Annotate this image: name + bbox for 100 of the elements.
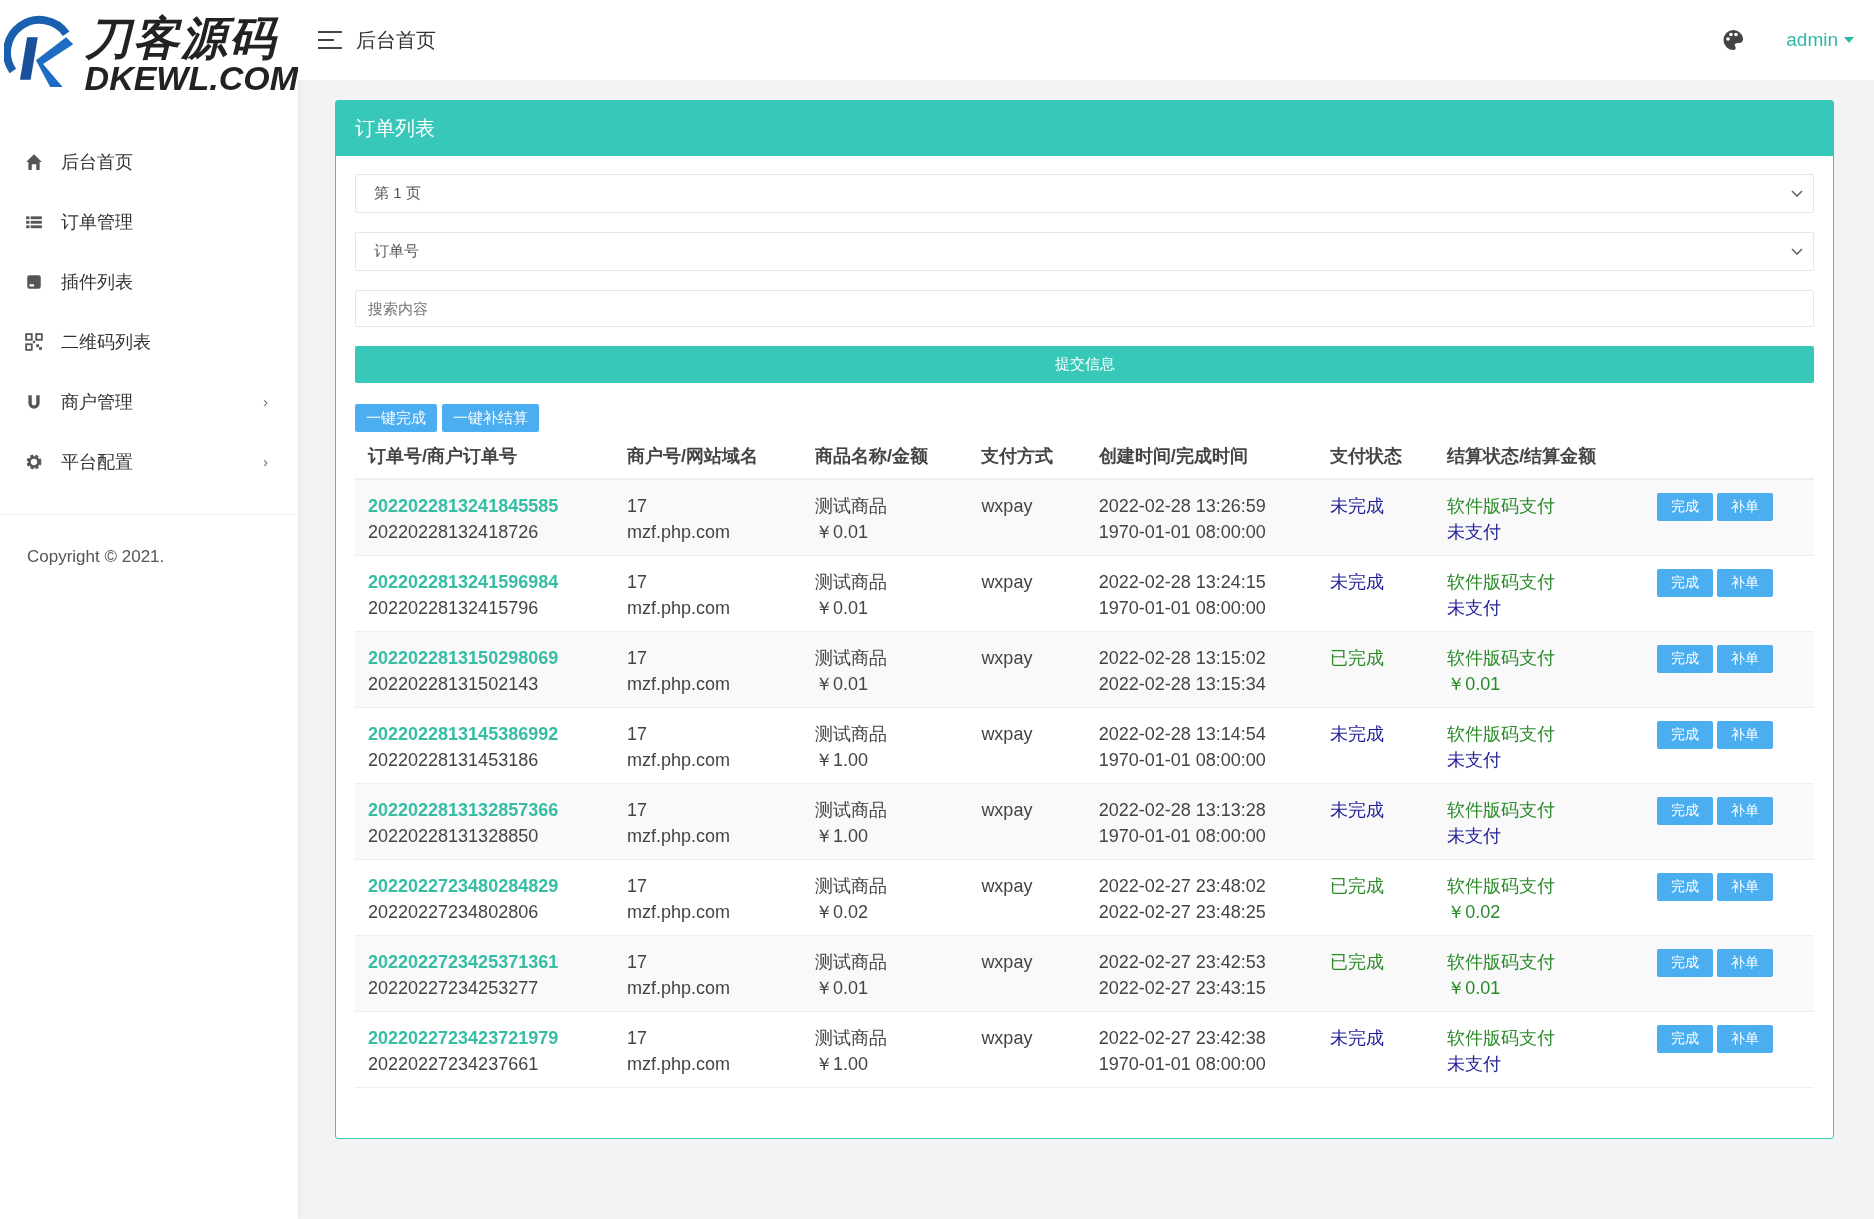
- amount-text: ￥0.01: [814, 673, 869, 696]
- settlement-amount: 未支付: [1447, 521, 1503, 544]
- order-link[interactable]: 2022022813241845585: [368, 493, 601, 519]
- product-name: 测试商品: [814, 495, 888, 518]
- chevron-down-icon: [1791, 189, 1803, 198]
- domain-text: mzf.php.com: [626, 977, 731, 1000]
- product-name: 测试商品: [814, 875, 888, 898]
- payment-method: wxpay: [981, 571, 1034, 594]
- order-link[interactable]: 2022022723423721979: [368, 1025, 601, 1051]
- created-time: 2022-02-27 23:42:53: [1098, 951, 1267, 974]
- sidebar-item[interactable]: 后台首页: [0, 132, 298, 192]
- merchant-id: 17: [626, 495, 648, 518]
- settlement-method: 软件版码支付: [1447, 1027, 1557, 1050]
- row-action-button[interactable]: 完成: [1656, 797, 1713, 825]
- merchant-id: 17: [626, 571, 648, 594]
- box-icon: [25, 273, 43, 291]
- page-select[interactable]: 第 1 页: [355, 174, 1814, 213]
- completed-time: 1970-01-01 08:00:00: [1098, 749, 1267, 772]
- payment-status: 已完成: [1330, 951, 1385, 974]
- merchant-order-number: 20220227234802806: [368, 901, 540, 924]
- palette-icon[interactable]: [1722, 29, 1745, 51]
- payment-status: 未完成: [1330, 799, 1385, 822]
- qr-code-icon: [25, 333, 43, 351]
- chevron-icon: ›: [263, 454, 268, 470]
- row-action-button[interactable]: 补单: [1716, 797, 1773, 825]
- created-time: 2022-02-27 23:48:02: [1098, 875, 1267, 898]
- sidebar-item[interactable]: 平台配置 ›: [0, 432, 298, 492]
- merchant-order-number: 20220228131502143: [368, 673, 540, 696]
- user-menu[interactable]: admin: [1786, 29, 1854, 51]
- field-select[interactable]: 订单号: [355, 232, 1814, 271]
- bulk-action-button[interactable]: 一键补结算: [442, 404, 539, 432]
- settlement-method: 软件版码支付: [1447, 951, 1557, 974]
- order-link[interactable]: 2022022723425371361: [368, 949, 601, 975]
- menu-icon[interactable]: [318, 30, 342, 50]
- merchant-order-number: 20220227234253277: [368, 977, 540, 1000]
- created-time: 2022-02-27 23:42:38: [1098, 1027, 1267, 1050]
- domain-text: mzf.php.com: [626, 521, 731, 544]
- settlement-amount: 未支付: [1447, 597, 1503, 620]
- created-time: 2022-02-28 13:13:28: [1098, 799, 1267, 822]
- payment-method: wxpay: [981, 875, 1034, 898]
- completed-time: 1970-01-01 08:00:00: [1098, 597, 1267, 620]
- row-action-button[interactable]: 补单: [1716, 873, 1773, 901]
- row-action-button[interactable]: 完成: [1656, 949, 1713, 977]
- merchant-order-number: 20220228131328850: [368, 825, 540, 848]
- row-action-button[interactable]: 补单: [1716, 493, 1773, 521]
- merchant-id: 17: [626, 799, 648, 822]
- copyright-text: Copyright © 2021.: [26, 546, 166, 568]
- search-field[interactable]: 搜索内容: [355, 290, 1814, 327]
- merchant-order-number: 20220228132418726: [368, 521, 540, 544]
- completed-time: 1970-01-01 08:00:00: [1098, 1053, 1267, 1076]
- product-name: 测试商品: [814, 571, 888, 594]
- settlement-amount: ￥0.01: [1447, 977, 1502, 1000]
- payment-status: 已完成: [1330, 647, 1385, 670]
- sidebar-item[interactable]: 插件列表: [0, 252, 298, 312]
- bulk-action-button[interactable]: 一键完成: [355, 404, 437, 432]
- merchant-id: 17: [626, 951, 648, 974]
- payment-method: wxpay: [981, 1027, 1034, 1050]
- completed-time: 2022-02-27 23:48:25: [1098, 901, 1267, 924]
- order-link[interactable]: 2022022813132857366: [368, 797, 601, 823]
- amount-text: ￥1.00: [814, 825, 869, 848]
- sidebar-item[interactable]: 二维码列表: [0, 312, 298, 372]
- row-action-button[interactable]: 补单: [1716, 721, 1773, 749]
- home-icon: [25, 153, 43, 171]
- created-time: 2022-02-28 13:26:59: [1098, 495, 1267, 518]
- row-action-button[interactable]: 完成: [1656, 493, 1713, 521]
- row-action-button[interactable]: 补单: [1716, 949, 1773, 977]
- order-link[interactable]: 2022022723480284829: [368, 873, 601, 899]
- product-name: 测试商品: [814, 647, 888, 670]
- merchant-id: 17: [626, 647, 648, 670]
- settlement-method: 软件版码支付: [1447, 647, 1557, 670]
- product-name: 测试商品: [814, 723, 888, 746]
- row-action-button[interactable]: 完成: [1656, 645, 1713, 673]
- row-action-button[interactable]: 完成: [1656, 1025, 1713, 1053]
- row-action-button[interactable]: 完成: [1656, 569, 1713, 597]
- product-name: 测试商品: [814, 1027, 888, 1050]
- row-action-button[interactable]: 补单: [1716, 569, 1773, 597]
- settlement-amount: 未支付: [1447, 749, 1503, 772]
- order-link[interactable]: 2022022813241596984: [368, 569, 601, 595]
- row-action-button[interactable]: 补单: [1716, 1025, 1773, 1053]
- order-link[interactable]: 2022022813145386992: [368, 721, 601, 747]
- chevron-down-icon: [1791, 247, 1803, 256]
- payment-method: wxpay: [981, 723, 1034, 746]
- submit-button[interactable]: 提交信息: [355, 346, 1814, 383]
- page-title: 后台首页: [356, 27, 437, 53]
- logo-title: 刀客源码: [84, 15, 280, 61]
- settings-icon: [25, 453, 43, 471]
- row-action-button[interactable]: 补单: [1716, 645, 1773, 673]
- payment-method: wxpay: [981, 799, 1034, 822]
- sidebar-item[interactable]: 订单管理: [0, 192, 298, 252]
- payment-status: 已完成: [1330, 875, 1385, 898]
- completed-time: 2022-02-27 23:43:15: [1098, 977, 1267, 1000]
- domain-text: mzf.php.com: [626, 1053, 731, 1076]
- row-action-button[interactable]: 完成: [1656, 873, 1713, 901]
- created-time: 2022-02-28 13:15:02: [1098, 647, 1267, 670]
- row-action-button[interactable]: 完成: [1656, 721, 1713, 749]
- sidebar-item[interactable]: 商户管理 ›: [0, 372, 298, 432]
- merchant-order-number: 20220228131453186: [368, 749, 540, 772]
- order-link[interactable]: 2022022813150298069: [368, 645, 601, 671]
- settlement-amount: ￥0.02: [1447, 901, 1502, 924]
- merchant-order-number: 20220228132415796: [368, 597, 540, 620]
